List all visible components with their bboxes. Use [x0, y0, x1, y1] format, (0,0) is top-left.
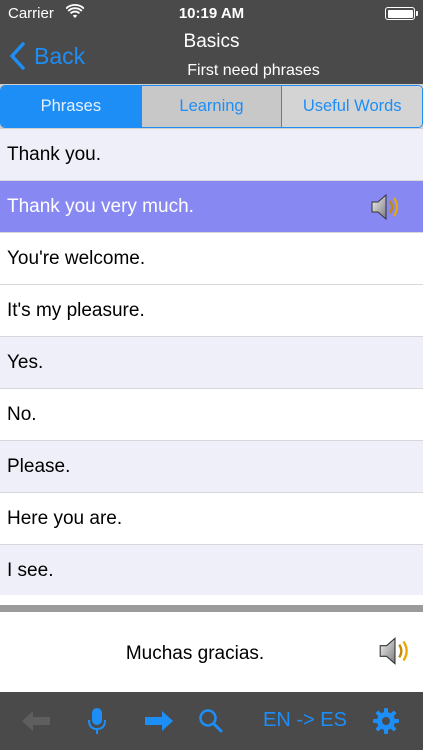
microphone-icon[interactable]	[86, 707, 108, 735]
bottom-toolbar: EN -> ES	[0, 692, 423, 750]
tab-phrases[interactable]: Phrases	[1, 86, 141, 127]
phrase-row[interactable]: I see.	[0, 545, 423, 595]
panel-divider[interactable]	[0, 605, 423, 612]
tab-bar-container: Phrases Learning Useful Words	[0, 84, 423, 129]
language-toggle-button[interactable]: EN -> ES	[263, 709, 347, 732]
page-title: Basics	[183, 31, 240, 52]
speaker-icon[interactable]	[377, 634, 413, 668]
phrase-list: Thank you. Thank you very much. You're w…	[0, 129, 423, 595]
phrase-text: I see.	[7, 559, 54, 581]
phrase-text: Please.	[7, 455, 71, 477]
phrase-row[interactable]: It's my pleasure.	[0, 285, 423, 337]
status-time: 10:19 AM	[178, 5, 245, 22]
phrase-row[interactable]: Thank you.	[0, 129, 423, 181]
phrase-row-selected[interactable]: Thank you very much.	[0, 181, 423, 233]
phrase-row[interactable]: Please.	[0, 441, 423, 493]
phrase-row[interactable]: Yes.	[0, 337, 423, 389]
phrase-text: No.	[7, 403, 37, 425]
forward-arrow-icon[interactable]	[143, 707, 175, 735]
translation-panel: Muchas gracias.	[0, 612, 423, 692]
back-arrow-icon[interactable]	[20, 707, 52, 735]
phrase-text: Here you are.	[7, 507, 123, 529]
status-bar: Carrier 10:19 AM	[0, 0, 423, 28]
settings-gear-icon[interactable]	[372, 707, 400, 735]
phrase-row[interactable]: You're welcome.	[0, 233, 423, 285]
phrase-text: Yes.	[7, 351, 44, 373]
phrase-text: Thank you very much.	[7, 195, 194, 217]
translation-text: Muchas gracias.	[125, 643, 265, 664]
navigation-bar: Back Basics First need phrases	[0, 28, 423, 84]
speaker-icon[interactable]	[369, 192, 403, 222]
phrase-row[interactable]: Here you are.	[0, 493, 423, 545]
phrase-text: It's my pleasure.	[7, 299, 145, 321]
phrase-text: Thank you.	[7, 143, 101, 165]
search-icon[interactable]	[198, 707, 224, 735]
phrase-row[interactable]: No.	[0, 389, 423, 441]
battery-icon	[385, 7, 418, 20]
tab-useful-words[interactable]: Useful Words	[281, 86, 422, 127]
tab-learning[interactable]: Learning	[140, 86, 282, 127]
page-subtitle: First need phrases	[187, 62, 320, 79]
phrase-text: You're welcome.	[7, 247, 146, 269]
segmented-control: Phrases Learning Useful Words	[0, 85, 423, 128]
